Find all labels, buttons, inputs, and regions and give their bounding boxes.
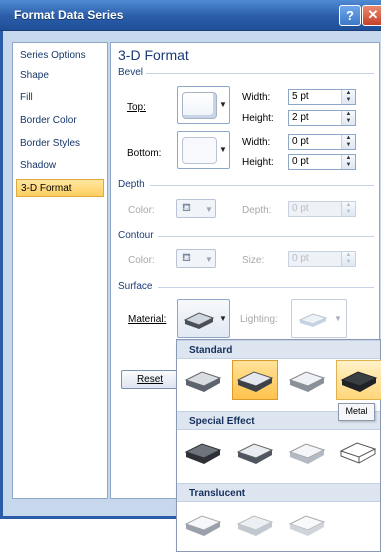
title-bar[interactable]: Format Data Series ? ✕ — [0, 0, 381, 31]
material-swatch-flat[interactable] — [284, 432, 330, 472]
gallery-header-standard: Standard — [177, 340, 380, 359]
dialog-title: Format Data Series — [14, 8, 124, 22]
bottom-bevel-dropdown[interactable]: ▼ — [177, 131, 230, 169]
depth-input[interactable]: 0 pt ▲ ▼ — [288, 201, 356, 217]
material-swatch-soft-translucent[interactable] — [232, 504, 278, 544]
paint-bucket-icon: ⛾ — [182, 202, 191, 214]
depth-color-button[interactable]: ⛾ ▼ — [176, 199, 216, 218]
top-width-value: 5 pt — [292, 91, 309, 102]
material-dropdown[interactable]: ▼ — [177, 299, 230, 338]
contour-divider — [158, 236, 374, 237]
nav-item-3d-format[interactable]: 3-D Format — [16, 179, 104, 197]
panel-heading: 3-D Format — [118, 47, 189, 63]
bottom-height-label: Height: — [242, 157, 274, 168]
lighting-preview-icon — [298, 313, 328, 327]
depth-spinner[interactable]: ▲ ▼ — [341, 202, 355, 216]
dropdown-arrow-icon: ▼ — [205, 205, 213, 214]
material-preview-icon — [183, 312, 215, 329]
material-swatch-dark-edge[interactable] — [180, 432, 226, 472]
bottom-width-label: Width: — [242, 137, 271, 148]
material-swatch-icon — [288, 371, 326, 392]
reset-button[interactable]: Reset — [121, 370, 179, 389]
contour-color-button[interactable]: ⛾ ▼ — [176, 249, 216, 268]
material-swatch-icon — [236, 371, 274, 392]
top-height-value: 2 pt — [292, 112, 309, 123]
material-swatch-icon — [236, 443, 274, 464]
dropdown-arrow-icon: ▼ — [219, 145, 227, 154]
depth-value: 0 pt — [292, 203, 309, 214]
material-swatch-icon — [184, 515, 222, 536]
bevel-preview-icon — [182, 92, 217, 119]
depth-divider — [150, 185, 374, 186]
dropdown-arrow-icon: ▼ — [205, 255, 213, 264]
bevel-divider — [146, 73, 374, 74]
material-swatch-metal[interactable] — [336, 360, 381, 400]
material-swatch-clear[interactable] — [284, 504, 330, 544]
material-swatch-icon — [339, 442, 377, 464]
material-swatch-icon — [340, 371, 378, 392]
surface-section-label: Surface — [118, 281, 153, 292]
reset-label: Reset — [136, 374, 164, 385]
material-swatch-warm-matte[interactable] — [180, 360, 226, 400]
material-swatch-warm-translucent[interactable] — [180, 504, 226, 544]
bottom-width-spinner[interactable]: ▲ ▼ — [341, 135, 355, 149]
bevel-preview-icon — [182, 137, 217, 164]
top-height-input[interactable]: 2 pt ▲ ▼ — [288, 110, 356, 126]
material-swatch-icon — [288, 443, 326, 464]
material-swatch-wireframe[interactable] — [336, 432, 381, 472]
size-label: Size: — [242, 255, 265, 266]
top-label: Top: — [127, 102, 146, 113]
depth-color-label: Color: — [128, 205, 155, 216]
bottom-height-spinner[interactable]: ▲ ▼ — [341, 155, 355, 169]
material-swatch-icon — [184, 371, 222, 392]
nav-item-series-options[interactable]: Series Options — [20, 47, 102, 65]
size-value: 0 pt — [292, 253, 309, 264]
metal-tooltip: Metal — [338, 403, 375, 421]
size-input[interactable]: 0 pt ▲ ▼ — [288, 251, 356, 267]
material-swatch-icon — [236, 515, 274, 536]
help-button[interactable]: ? — [339, 5, 361, 26]
contour-color-label: Color: — [128, 255, 155, 266]
depth-label: Depth: — [242, 205, 272, 216]
dropdown-arrow-icon: ▼ — [219, 314, 227, 323]
depth-section-label: Depth — [118, 179, 145, 190]
surface-divider — [158, 287, 374, 288]
paint-bucket-icon: ⛾ — [182, 252, 191, 264]
material-label: Material: — [128, 314, 167, 325]
category-list: Series Options Shape Fill Border Color B… — [12, 42, 108, 499]
lighting-label: Lighting: — [240, 314, 278, 325]
nav-item-border-color[interactable]: Border Color — [20, 112, 102, 130]
gallery-header-translucent: Translucent — [177, 483, 380, 502]
top-width-label: Width: — [242, 92, 271, 103]
close-button[interactable]: ✕ — [362, 5, 381, 26]
nav-item-fill[interactable]: Fill — [20, 89, 102, 107]
bottom-height-value: 0 pt — [292, 156, 309, 167]
material-gallery: Standard Special Effect Translucent — [176, 339, 381, 552]
material-swatch-plastic[interactable] — [232, 360, 278, 400]
top-width-input[interactable]: 5 pt ▲ ▼ — [288, 89, 356, 105]
dropdown-arrow-icon: ▼ — [334, 314, 342, 323]
nav-item-border-styles[interactable]: Border Styles — [20, 135, 102, 153]
top-width-spinner[interactable]: ▲ ▼ — [341, 90, 355, 104]
size-spinner[interactable]: ▲ ▼ — [341, 252, 355, 266]
bottom-label: Bottom: — [127, 148, 162, 159]
material-swatch-icon — [288, 515, 326, 536]
dropdown-arrow-icon: ▼ — [219, 100, 227, 109]
top-height-label: Height: — [242, 113, 274, 124]
material-swatch-powder[interactable] — [284, 360, 330, 400]
material-swatch-soft-edge[interactable] — [232, 432, 278, 472]
nav-item-shape[interactable]: Shape — [20, 67, 102, 85]
nav-item-shadow[interactable]: Shadow — [20, 157, 102, 175]
top-height-spinner[interactable]: ▲ ▼ — [341, 111, 355, 125]
bottom-height-input[interactable]: 0 pt ▲ ▼ — [288, 154, 356, 170]
lighting-dropdown[interactable]: ▼ — [291, 299, 347, 338]
bottom-width-value: 0 pt — [292, 136, 309, 147]
bottom-width-input[interactable]: 0 pt ▲ ▼ — [288, 134, 356, 150]
material-swatch-icon — [184, 443, 222, 464]
top-bevel-dropdown[interactable]: ▼ — [177, 86, 230, 124]
contour-section-label: Contour — [118, 230, 154, 241]
bevel-section-label: Bevel — [118, 67, 144, 78]
